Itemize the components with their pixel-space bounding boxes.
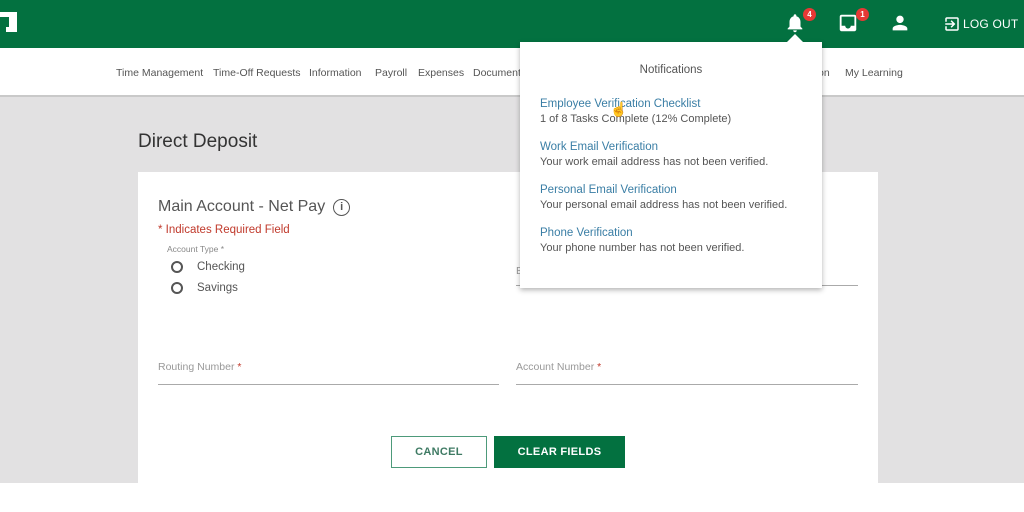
logout-icon [945,17,959,31]
logout-button[interactable]: LOG OUT [943,14,1018,34]
clear-fields-button[interactable]: CLEAR FIELDS [494,436,625,468]
nav-expenses[interactable]: Expenses [418,67,464,79]
top-bar: 4 1 LOG OUT [0,0,1024,48]
notification-item[interactable]: Employee Verification Checklist 1 of 8 T… [540,98,731,125]
notification-desc: Your personal email address has not been… [540,199,788,211]
routing-number-input[interactable] [158,355,499,384]
notification-title[interactable]: Employee Verification Checklist [540,98,731,110]
nav-my-learning[interactable]: My Learning [845,67,903,79]
profile-button[interactable] [889,12,913,36]
page-title: Direct Deposit [138,131,258,152]
nav-payroll[interactable]: Payroll [375,67,407,79]
notifications-pointer [787,34,803,42]
hand-cursor-icon: ☝ [610,101,628,117]
section-title: Main Account - Net Pay i [158,198,351,216]
notification-desc: Your phone number has not been verified. [540,242,745,254]
user-icon [892,15,908,31]
notification-item[interactable]: Phone Verification Your phone number has… [540,227,744,254]
logout-label: LOG OUT [963,17,1019,31]
radio-circle-icon[interactable] [171,282,183,294]
radio-checking[interactable]: Checking [171,261,245,273]
nav-time-off-requests[interactable]: Time-Off Requests [213,67,301,79]
notification-item[interactable]: Work Email Verification Your work email … [540,141,768,168]
content-area: Direct Deposit Main Account - Net Pay i … [0,97,1024,483]
notifications-button[interactable]: 4 [784,8,816,36]
notification-title[interactable]: Personal Email Verification [540,184,787,196]
routing-number-field[interactable]: Routing Number * [158,355,499,385]
notifications-title: Notifications [639,64,703,76]
notification-title[interactable]: Phone Verification [540,227,744,239]
section-title-text: Main Account - Net Pay [158,198,326,215]
required-field-note: * Indicates Required Field [158,224,290,236]
notifications-badge: 4 [803,8,816,21]
cancel-button[interactable]: CANCEL [391,436,487,468]
radio-savings-label: Savings [197,282,238,294]
app-logo[interactable] [0,12,17,32]
nav-information[interactable]: Information [309,67,362,79]
notification-desc: Your work email address has not been ver… [540,156,769,168]
inbox-badge: 1 [856,8,869,21]
notification-title[interactable]: Work Email Verification [540,141,768,153]
notification-desc: 1 of 8 Tasks Complete (12% Complete) [540,113,732,125]
info-icon[interactable]: i [333,198,351,216]
nav-time-management[interactable]: Time Management [116,67,203,79]
radio-circle-icon[interactable] [171,261,183,273]
radio-checking-label: Checking [197,261,245,273]
main-nav: Time Management Time-Off Requests Inform… [0,48,1024,97]
account-type-label: Account Type * [167,244,225,254]
account-number-field[interactable]: Account Number * [516,355,858,385]
notifications-dropdown: Notifications Employee Verification Chec… [520,42,822,288]
inbox-button[interactable]: 1 [837,8,869,36]
nav-documents[interactable]: Document [473,67,521,79]
radio-savings[interactable]: Savings [171,282,238,294]
account-number-input[interactable] [516,355,858,384]
notification-item[interactable]: Personal Email Verification Your persona… [540,184,787,211]
